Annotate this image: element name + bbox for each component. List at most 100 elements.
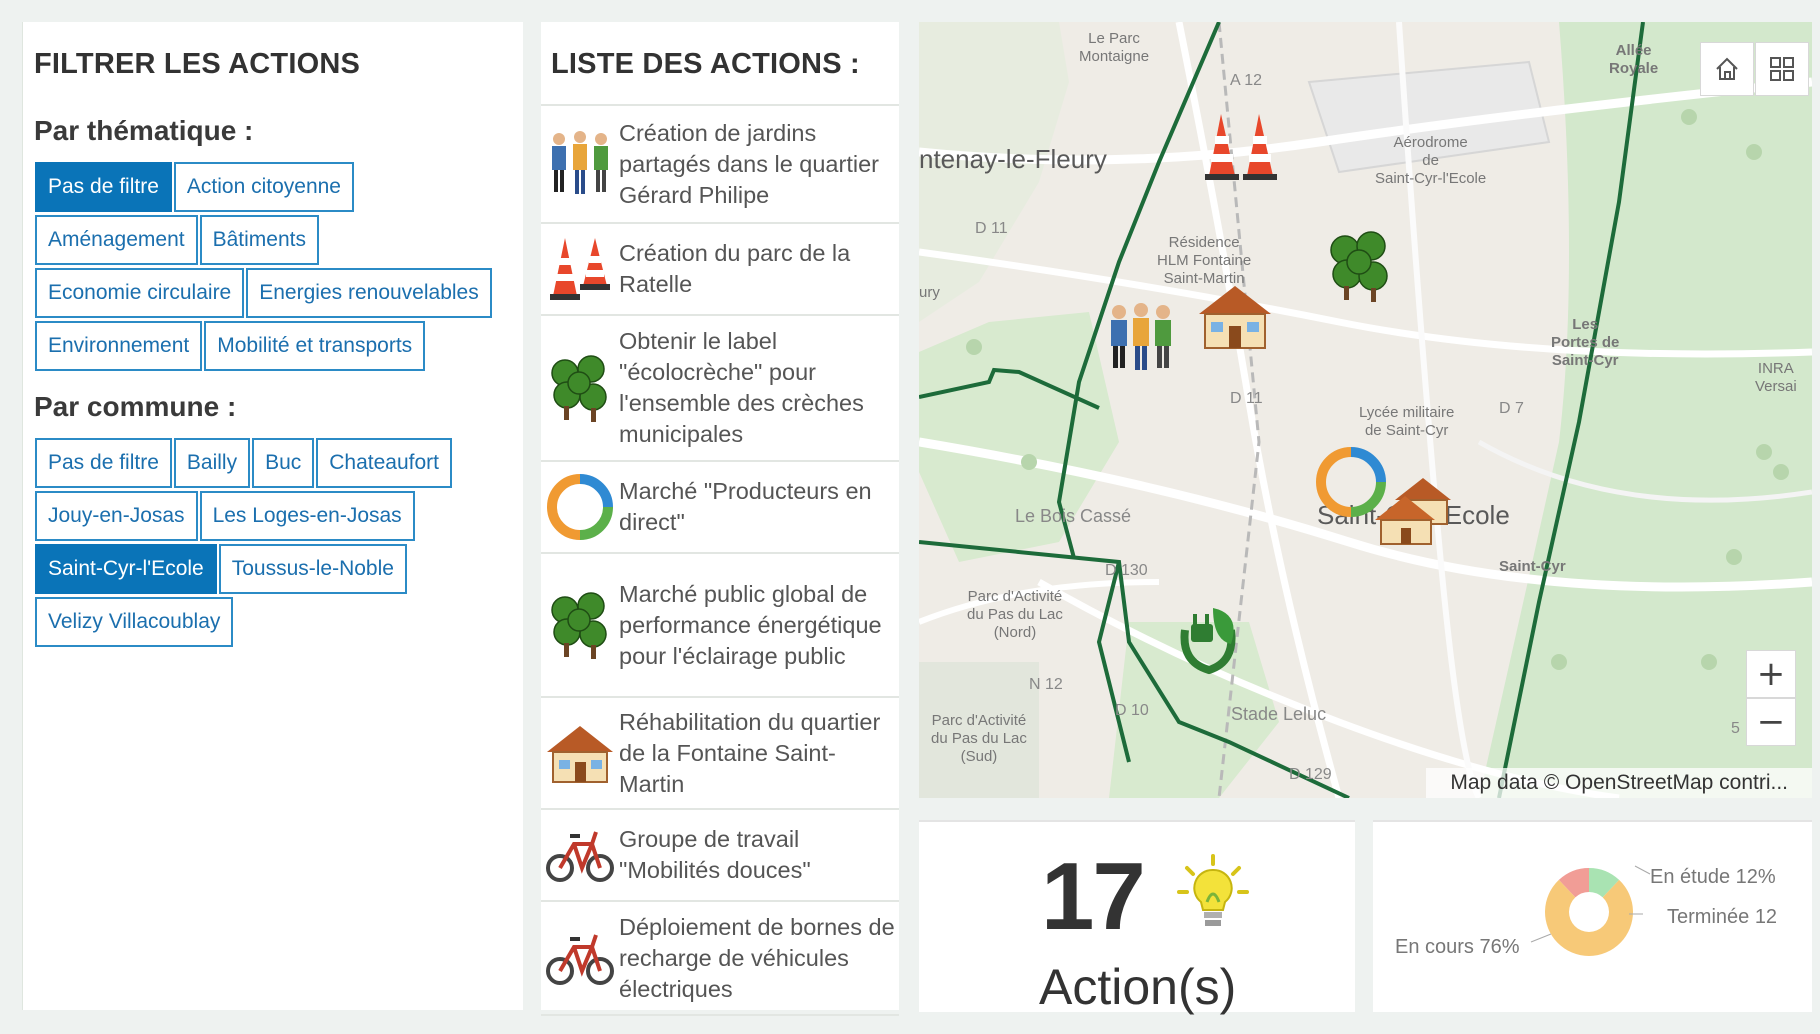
- commune-filter-row: Velizy Villacoublay: [35, 597, 525, 650]
- donut-label-en-etude: En étude 12%: [1650, 866, 1776, 888]
- actions-list-panel: LISTE DES ACTIONS : Création de jardins …: [541, 22, 899, 1016]
- action-list-item-partial[interactable]: [541, 1014, 899, 1034]
- basemap-gallery-button[interactable]: [1755, 42, 1809, 96]
- filter-panel: FILTRER LES ACTIONS Par thématique : Pas…: [22, 22, 523, 1010]
- map-label-a12: A 12: [1230, 72, 1263, 89]
- map-label-portes: Les Portes de Saint-Cyr: [1551, 316, 1620, 369]
- thematique-filter-button-energies-renouvelables[interactable]: Energies renouvelables: [246, 268, 492, 318]
- map-label-aerodrome: Aérodrome de Saint-Cyr-l'Ecole: [1375, 134, 1487, 187]
- map-label-d11-a: D 11: [975, 220, 1008, 237]
- donut-label-en-cours: En cours 76%: [1395, 936, 1520, 958]
- map-label-parc-nord: Parc d'Activité du Pas du Lac (Nord): [967, 588, 1063, 641]
- zoom-out-button[interactable]: −: [1746, 698, 1796, 746]
- thematique-filter-row: Economie circulaire Energies renouvelable…: [35, 268, 525, 321]
- people-icon: [541, 129, 619, 199]
- commune-filter-button-buc[interactable]: Buc: [252, 438, 315, 488]
- action-list-item[interactable]: Marché "Producteurs en direct": [541, 460, 899, 552]
- map-label-d129: D 129: [1289, 766, 1332, 783]
- map-marker-trees-icon[interactable]: [1325, 228, 1393, 306]
- map-label-le-parc: Le Parc Montaigne: [1079, 30, 1150, 65]
- action-title: Marché public global de performance éner…: [619, 580, 882, 669]
- traffic-cone-icon: [541, 234, 619, 304]
- action-list-item[interactable]: Groupe de travail "Mobilités douces": [541, 808, 899, 900]
- status-donut-card: En étude 12% Terminée 12 En cours 76%: [1373, 820, 1812, 1012]
- bicycle-icon: [541, 925, 619, 991]
- commune-filter-button-jouy-en-josas[interactable]: Jouy-en-Josas: [35, 491, 198, 541]
- commune-filter-row: Saint-Cyr-l'Ecole Toussus-le-Noble: [35, 544, 525, 597]
- thematique-filter-row: Aménagement Bâtiments: [35, 215, 525, 268]
- map-label-d11-b: D 11: [1230, 390, 1263, 407]
- commune-filter-button-pas-de-filtre[interactable]: Pas de filtre: [35, 438, 172, 488]
- en-cours-leader-line: [1530, 933, 1552, 943]
- map-label-fontenay: ntenay-le-Fleury: [919, 144, 1107, 174]
- map-label-d7: D 7: [1499, 400, 1524, 417]
- map-label-n12: N 12: [1029, 676, 1063, 693]
- grid-icon: [1770, 57, 1794, 81]
- action-list-item[interactable]: Création du parc de la Ratelle: [541, 222, 899, 314]
- map-marker-traffic-cone-icon[interactable]: [1203, 110, 1279, 182]
- thematique-filter-group: Pas de filtre Action citoyenne Aménagement…: [35, 162, 525, 374]
- action-title: Groupe de travail "Mobilités douces": [619, 826, 811, 883]
- map-label-bailly: ury: [919, 284, 940, 301]
- actions-list: Création de jardins partagés dans le qua…: [541, 104, 899, 1034]
- action-count-card: 17 Action(s): [919, 820, 1355, 1015]
- map-marker-people-icon[interactable]: [1105, 300, 1177, 376]
- recycle-icon: [541, 474, 619, 540]
- map-marker-house-cluster-icon[interactable]: [1373, 474, 1459, 546]
- thematique-filter-button-amenagement[interactable]: Aménagement: [35, 215, 198, 265]
- zoom-in-button[interactable]: +: [1746, 650, 1796, 698]
- action-title: Marché "Producteurs en direct": [619, 478, 872, 535]
- thematique-filter-button-batiments[interactable]: Bâtiments: [199, 215, 319, 265]
- map-marker-house-icon[interactable]: [1195, 280, 1275, 352]
- donut-label-terminee: Terminée 12: [1667, 906, 1778, 928]
- action-list-item[interactable]: Réhabilitation du quartier de la Fontain…: [541, 696, 899, 808]
- map-label-bois-casse: Le Bois Cassé: [1015, 506, 1132, 526]
- commune-filter-button-toussus-le-noble[interactable]: Toussus-le-Noble: [218, 544, 407, 594]
- action-title: Obtenir le label "écolocrèche" pour l'en…: [619, 328, 864, 447]
- bicycle-icon: [541, 822, 619, 888]
- commune-filter-button-saint-cyr-l-ecole[interactable]: Saint-Cyr-l'Ecole: [35, 544, 217, 594]
- map-label-stade: Stade Leluc: [1231, 704, 1327, 724]
- action-list-item[interactable]: Marché public global de performance éner…: [541, 552, 899, 696]
- home-icon: [1716, 57, 1738, 80]
- commune-filter-row: Pas de filtre Bailly Buc Chateaufort: [35, 438, 525, 491]
- commune-label: Par commune :: [34, 391, 237, 422]
- thematique-filter-button-pas-de-filtre[interactable]: Pas de filtre: [35, 162, 172, 212]
- thematique-filter-row: Pas de filtre Action citoyenne: [35, 162, 525, 215]
- home-button[interactable]: [1700, 42, 1754, 96]
- action-title: Déploiement de bornes de recharge de véh…: [619, 913, 895, 1002]
- map-label-inra: INRA Versai: [1755, 360, 1797, 395]
- action-list-item[interactable]: Déploiement de bornes de recharge de véh…: [541, 900, 899, 1014]
- action-title: Réhabilitation du quartier de la Fontain…: [619, 708, 881, 797]
- thematique-filter-button-action-citoyenne[interactable]: Action citoyenne: [173, 162, 354, 212]
- commune-filter-button-velizy-villacoublay[interactable]: Velizy Villacoublay: [35, 597, 234, 647]
- house-icon: [541, 722, 619, 784]
- thematique-label: Par thématique :: [34, 115, 254, 146]
- map-label-saint-cyr: Saint-Cyr: [1499, 558, 1566, 575]
- map-label-parc-sud: Parc d'Activité du Pas du Lac (Sud): [931, 712, 1027, 765]
- list-title: LISTE DES ACTIONS :: [551, 48, 860, 80]
- trees-icon: [541, 588, 619, 662]
- map-label-lycee: Lycée militaire de Saint-Cyr: [1359, 404, 1455, 439]
- thematique-filter-button-environnement[interactable]: Environnement: [35, 321, 203, 371]
- commune-filter-button-chateaufort[interactable]: Chateaufort: [316, 438, 453, 488]
- thematique-filter-row: Environnement Mobilité et transports: [35, 321, 525, 374]
- thematique-filter-button-mobilite-et-transports[interactable]: Mobilité et transports: [204, 321, 426, 371]
- map-label-five: 5: [1731, 720, 1740, 737]
- map-label-d130: D 130: [1105, 562, 1148, 579]
- action-title: Création du parc de la Ratelle: [619, 240, 851, 297]
- action-count-value: 17: [1041, 843, 1146, 950]
- commune-filter-button-les-loges-en-josas[interactable]: Les Loges-en-Josas: [199, 491, 415, 541]
- map-view[interactable]: Le Parc Montaigne ntenay-le-Fleury D 11 …: [919, 22, 1812, 798]
- en-etude-leader-line: [1634, 865, 1651, 875]
- map-attribution[interactable]: Map data © OpenStreetMap contri...: [1426, 768, 1812, 798]
- map-marker-ev-charging-icon[interactable]: [1173, 600, 1243, 680]
- action-list-item[interactable]: Obtenir le label "écolocrèche" pour l'en…: [541, 314, 899, 460]
- action-count-label: Action(s): [1039, 959, 1237, 1015]
- thematique-filter-button-economie-circulaire[interactable]: Economie circulaire: [35, 268, 245, 318]
- map-label-allee-royale: Allée Royale: [1609, 42, 1659, 77]
- commune-filter-button-bailly[interactable]: Bailly: [173, 438, 251, 488]
- action-list-item[interactable]: Création de jardins partagés dans le qua…: [541, 104, 899, 222]
- filter-title: FILTRER LES ACTIONS: [34, 48, 361, 80]
- lightbulb-icon: [1177, 854, 1249, 926]
